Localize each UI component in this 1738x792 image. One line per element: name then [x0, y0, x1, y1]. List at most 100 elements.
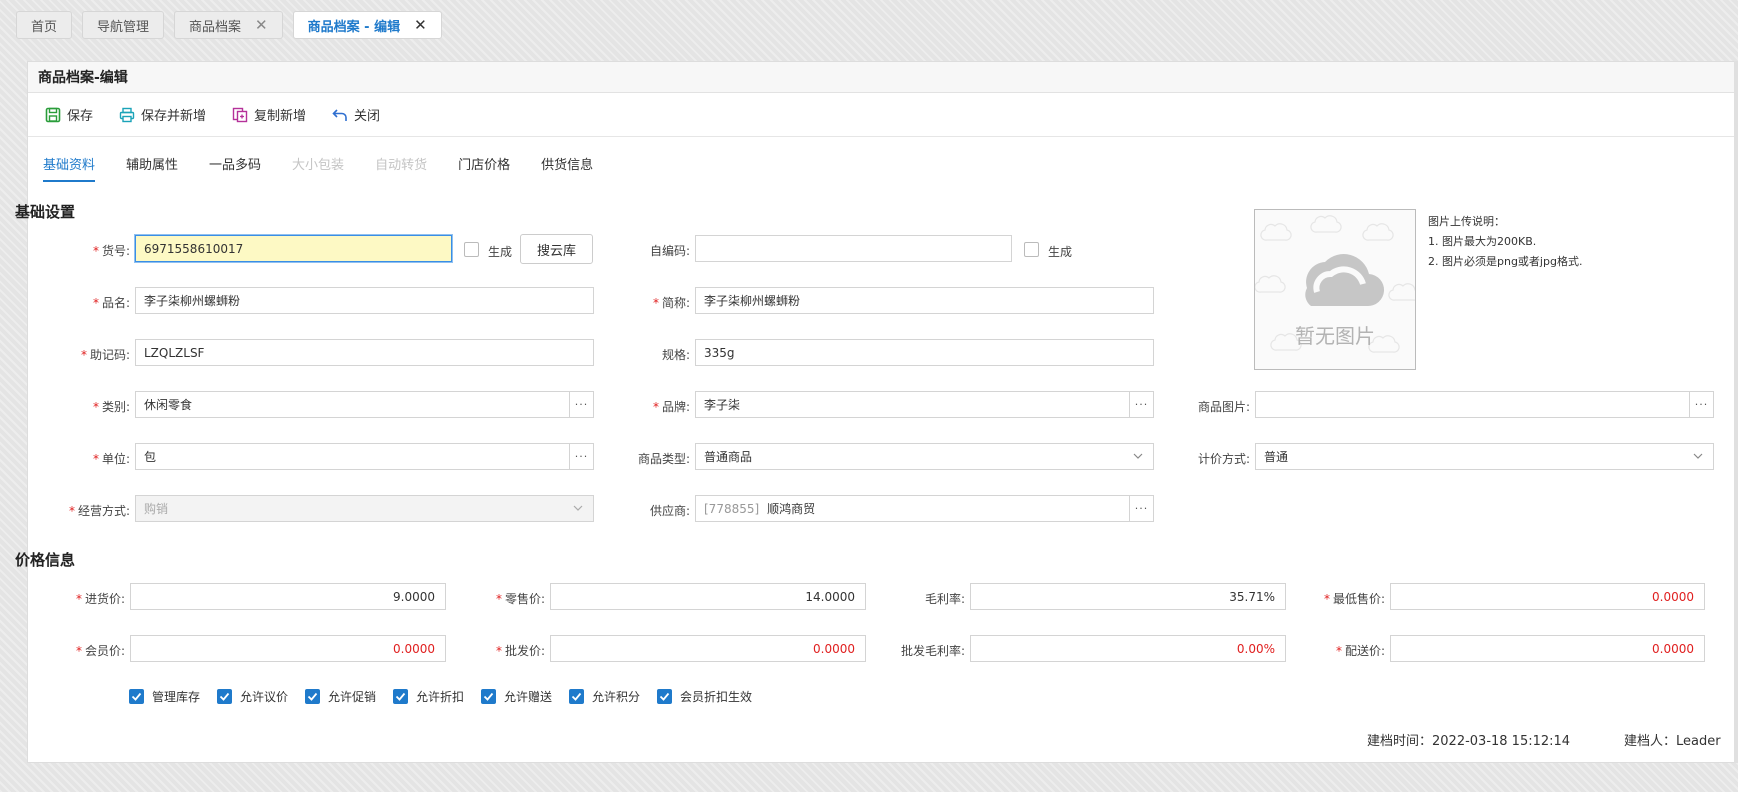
- tab-multi-barcode[interactable]: 一品多码: [209, 148, 261, 182]
- check-icon: [569, 689, 584, 704]
- member-price-input[interactable]: 0.0000: [130, 635, 446, 662]
- creator: 建档人：Leader: [1624, 734, 1721, 749]
- brand-label: * 品牌:: [652, 400, 690, 414]
- note-line: 1. 图片最大为200KB.: [1428, 235, 1537, 248]
- check-icon: [481, 689, 496, 704]
- panel-title: 商品档案-编辑: [28, 62, 1737, 93]
- search-cloud-button[interactable]: 搜云库: [520, 234, 593, 264]
- save-button[interactable]: 保存: [45, 105, 93, 124]
- mnemonic-label: * 助记码:: [80, 348, 130, 362]
- delivery-price-label: * 配送价:: [1335, 644, 1385, 658]
- checkbox-label: 会员折扣生效: [680, 690, 753, 704]
- image-upload-notes: 图片上传说明： 1. 图片最大为200KB. 2. 图片必须是png或者jpg格…: [1428, 212, 1582, 272]
- tab-label: 商品档案: [189, 19, 242, 35]
- allow-promotion-checkbox[interactable]: 允许促销: [305, 688, 376, 705]
- generate-checkbox[interactable]: [464, 242, 479, 257]
- spec-input[interactable]: 335g: [695, 339, 1154, 366]
- tab-supply-info[interactable]: 供货信息: [541, 148, 593, 182]
- wholesale-margin-label: 批发毛利率:: [900, 644, 965, 658]
- check-icon: [657, 689, 672, 704]
- close-icon[interactable]: ✕: [414, 16, 427, 34]
- product-type-label: 商品类型:: [637, 452, 690, 466]
- copy-new-button[interactable]: 复制新增: [232, 105, 306, 124]
- category-input[interactable]: 休闲零食 ···: [135, 391, 594, 418]
- top-tab-bar: 首页 导航管理 商品档案 ✕ 商品档案 - 编辑 ✕: [16, 11, 442, 39]
- min-price-label: * 最低售价:: [1323, 592, 1385, 606]
- copy-new-label: 复制新增: [254, 109, 307, 124]
- product-type-select[interactable]: 普通商品: [695, 443, 1154, 470]
- tab-store-price[interactable]: 门店价格: [458, 148, 510, 182]
- tab-aux-attributes[interactable]: 辅助属性: [126, 148, 178, 182]
- generate2-label: 生成: [1048, 245, 1073, 259]
- member-price-label: * 会员价:: [75, 644, 125, 658]
- selfcode-label: 自编码:: [649, 244, 690, 258]
- scrollbar[interactable]: [1734, 61, 1738, 763]
- undo-arrow-icon: [332, 108, 347, 121]
- save-label: 保存: [67, 109, 94, 124]
- brand-picker-button[interactable]: ···: [1129, 392, 1153, 417]
- tab-basic-info[interactable]: 基础资料: [43, 148, 96, 182]
- product-type-value: 普通商品: [704, 450, 753, 464]
- allow-gift-checkbox[interactable]: 允许赠送: [481, 688, 552, 705]
- purchase-price-input[interactable]: 9.0000: [130, 583, 446, 610]
- wholesale-price-input[interactable]: 0.0000: [550, 635, 866, 662]
- allow-bargain-checkbox[interactable]: 允许议价: [217, 688, 288, 705]
- unit-label: * 单位:: [92, 452, 130, 466]
- retail-price-input[interactable]: 14.0000: [550, 583, 866, 610]
- checkbox-label: 允许折扣: [416, 690, 465, 704]
- checkbox-label: 允许积分: [592, 690, 641, 704]
- section-title-price: 价格信息: [15, 551, 76, 569]
- close-button[interactable]: 关闭: [332, 105, 380, 124]
- tab-product-archive[interactable]: 商品档案 ✕: [174, 11, 283, 39]
- image-path-input[interactable]: ···: [1255, 391, 1714, 418]
- brand-input[interactable]: 李子柒 ···: [695, 391, 1154, 418]
- retail-price-label: * 零售价:: [495, 592, 545, 606]
- purchase-price-label: * 进货价:: [75, 592, 125, 606]
- selfcode-input[interactable]: [695, 235, 1012, 262]
- allow-discount-checkbox[interactable]: 允许折扣: [393, 688, 464, 705]
- short-name-input[interactable]: 李子柒柳州螺蛳粉: [695, 287, 1154, 314]
- detail-tabs: 基础资料 辅助属性 一品多码 大小包装 自动转货 门店价格 供货信息: [43, 148, 593, 182]
- unit-picker-button[interactable]: ···: [569, 444, 593, 469]
- image-picker-button[interactable]: ···: [1689, 392, 1713, 417]
- checkbox-label: 管理库存: [152, 690, 201, 704]
- close-icon[interactable]: ✕: [255, 16, 268, 34]
- business-mode-label: * 经营方式:: [68, 504, 130, 518]
- tab-home[interactable]: 首页: [16, 11, 73, 39]
- unit-input[interactable]: 包 ···: [135, 443, 594, 470]
- delivery-price-input[interactable]: 0.0000: [1390, 635, 1705, 662]
- wholesale-margin-input[interactable]: 0.00%: [970, 635, 1286, 662]
- save-and-new-button[interactable]: 保存并新增: [119, 105, 206, 124]
- supplier-picker-button[interactable]: ···: [1129, 496, 1153, 521]
- note-line: 2. 图片必须是png或者jpg格式.: [1428, 255, 1583, 268]
- name-input[interactable]: 李子柒柳州螺蛳粉: [135, 287, 594, 314]
- short-name-label: * 简称:: [652, 296, 690, 310]
- check-icon: [393, 689, 408, 704]
- name-label: * 品名:: [92, 296, 130, 310]
- generate2-checkbox[interactable]: [1024, 242, 1039, 257]
- allow-points-checkbox[interactable]: 允许积分: [569, 688, 640, 705]
- tab-packaging: 大小包装: [292, 158, 345, 173]
- code-input[interactable]: 6971558610017: [135, 235, 452, 262]
- tab-nav-management[interactable]: 导航管理: [82, 11, 165, 39]
- unit-value: 包: [144, 450, 157, 464]
- supplier-input[interactable]: [778855] 顺鸿商贸 ···: [695, 495, 1154, 522]
- toolbar: 保存 保存并新增 复制新增 关闭: [28, 93, 1737, 137]
- pricing-method-select[interactable]: 普通: [1255, 443, 1714, 470]
- checkbox-label: 允许促销: [328, 690, 377, 704]
- chevron-down-icon: [573, 505, 583, 511]
- manage-stock-checkbox[interactable]: 管理库存: [129, 688, 200, 705]
- product-image-placeholder[interactable]: 暂无图片: [1254, 209, 1416, 370]
- member-discount-checkbox[interactable]: 会员折扣生效: [657, 688, 752, 705]
- close-label: 关闭: [354, 109, 381, 124]
- mnemonic-input[interactable]: LZQLZLSF: [135, 339, 594, 366]
- tab-label: 商品档案 - 编辑: [307, 19, 401, 35]
- tab-product-archive-edit[interactable]: 商品档案 - 编辑 ✕: [292, 11, 442, 39]
- business-mode-select: 购销: [135, 495, 594, 522]
- check-icon: [129, 689, 144, 704]
- category-picker-button[interactable]: ···: [569, 392, 593, 417]
- check-icon: [217, 689, 232, 704]
- min-price-input[interactable]: 0.0000: [1390, 583, 1705, 610]
- generate-label: 生成: [488, 245, 513, 259]
- margin-input[interactable]: 35.71%: [970, 583, 1286, 610]
